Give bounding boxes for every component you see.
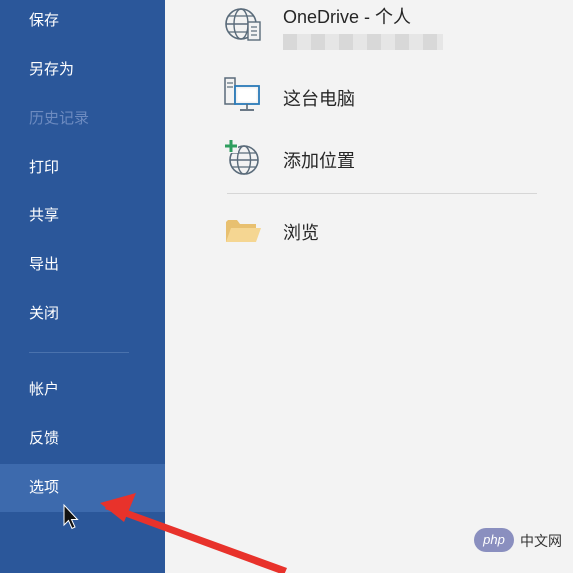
sidebar-item-options[interactable]: 选项	[0, 464, 165, 512]
folder-icon	[226, 220, 261, 242]
add-globe-icon	[224, 139, 259, 175]
save-locations-panel: OneDrive - 个人 这台电脑 添加位置 浏览	[165, 0, 573, 573]
sidebar-divider	[29, 352, 129, 353]
watermark-badge: php	[474, 528, 514, 552]
sidebar-item-history: 历史记录	[29, 109, 90, 127]
sidebar-item-print[interactable]: 打印	[0, 144, 165, 190]
location-add-place-label: 添加位置	[283, 151, 355, 171]
location-onedrive-label: OneDrive - 个人	[283, 7, 412, 27]
sidebar-item-account[interactable]: 帐户	[0, 366, 165, 412]
location-add-place[interactable]: 添加位置	[223, 138, 543, 188]
sidebar-item-save-as[interactable]: 另存为	[0, 46, 165, 92]
location-browse[interactable]: 浏览	[223, 210, 543, 260]
sidebar-item-feedback[interactable]: 反馈	[0, 415, 165, 461]
sidebar-item-export[interactable]: 导出	[0, 241, 165, 287]
location-this-pc-label: 这台电脑	[283, 89, 355, 109]
blurred-account-email	[283, 34, 443, 50]
sidebar-item-close[interactable]: 关闭	[0, 290, 165, 336]
location-browse-label: 浏览	[283, 223, 319, 243]
sidebar-item-share[interactable]: 共享	[0, 192, 165, 238]
computer-icon	[224, 77, 260, 111]
watermark-text: 中文网	[520, 534, 562, 550]
location-onedrive[interactable]: OneDrive - 个人	[223, 4, 543, 54]
location-this-pc[interactable]: 这台电脑	[223, 76, 543, 126]
backstage-sidebar: 保存 另存为 历史记录 打印 共享 导出 关闭 帐户 反馈 选项	[0, 0, 165, 573]
sidebar-item-save[interactable]: 保存	[0, 0, 165, 43]
php-cn-watermark: php 中文网	[474, 528, 566, 554]
locations-divider	[227, 193, 537, 194]
globe-icon	[225, 8, 261, 41]
